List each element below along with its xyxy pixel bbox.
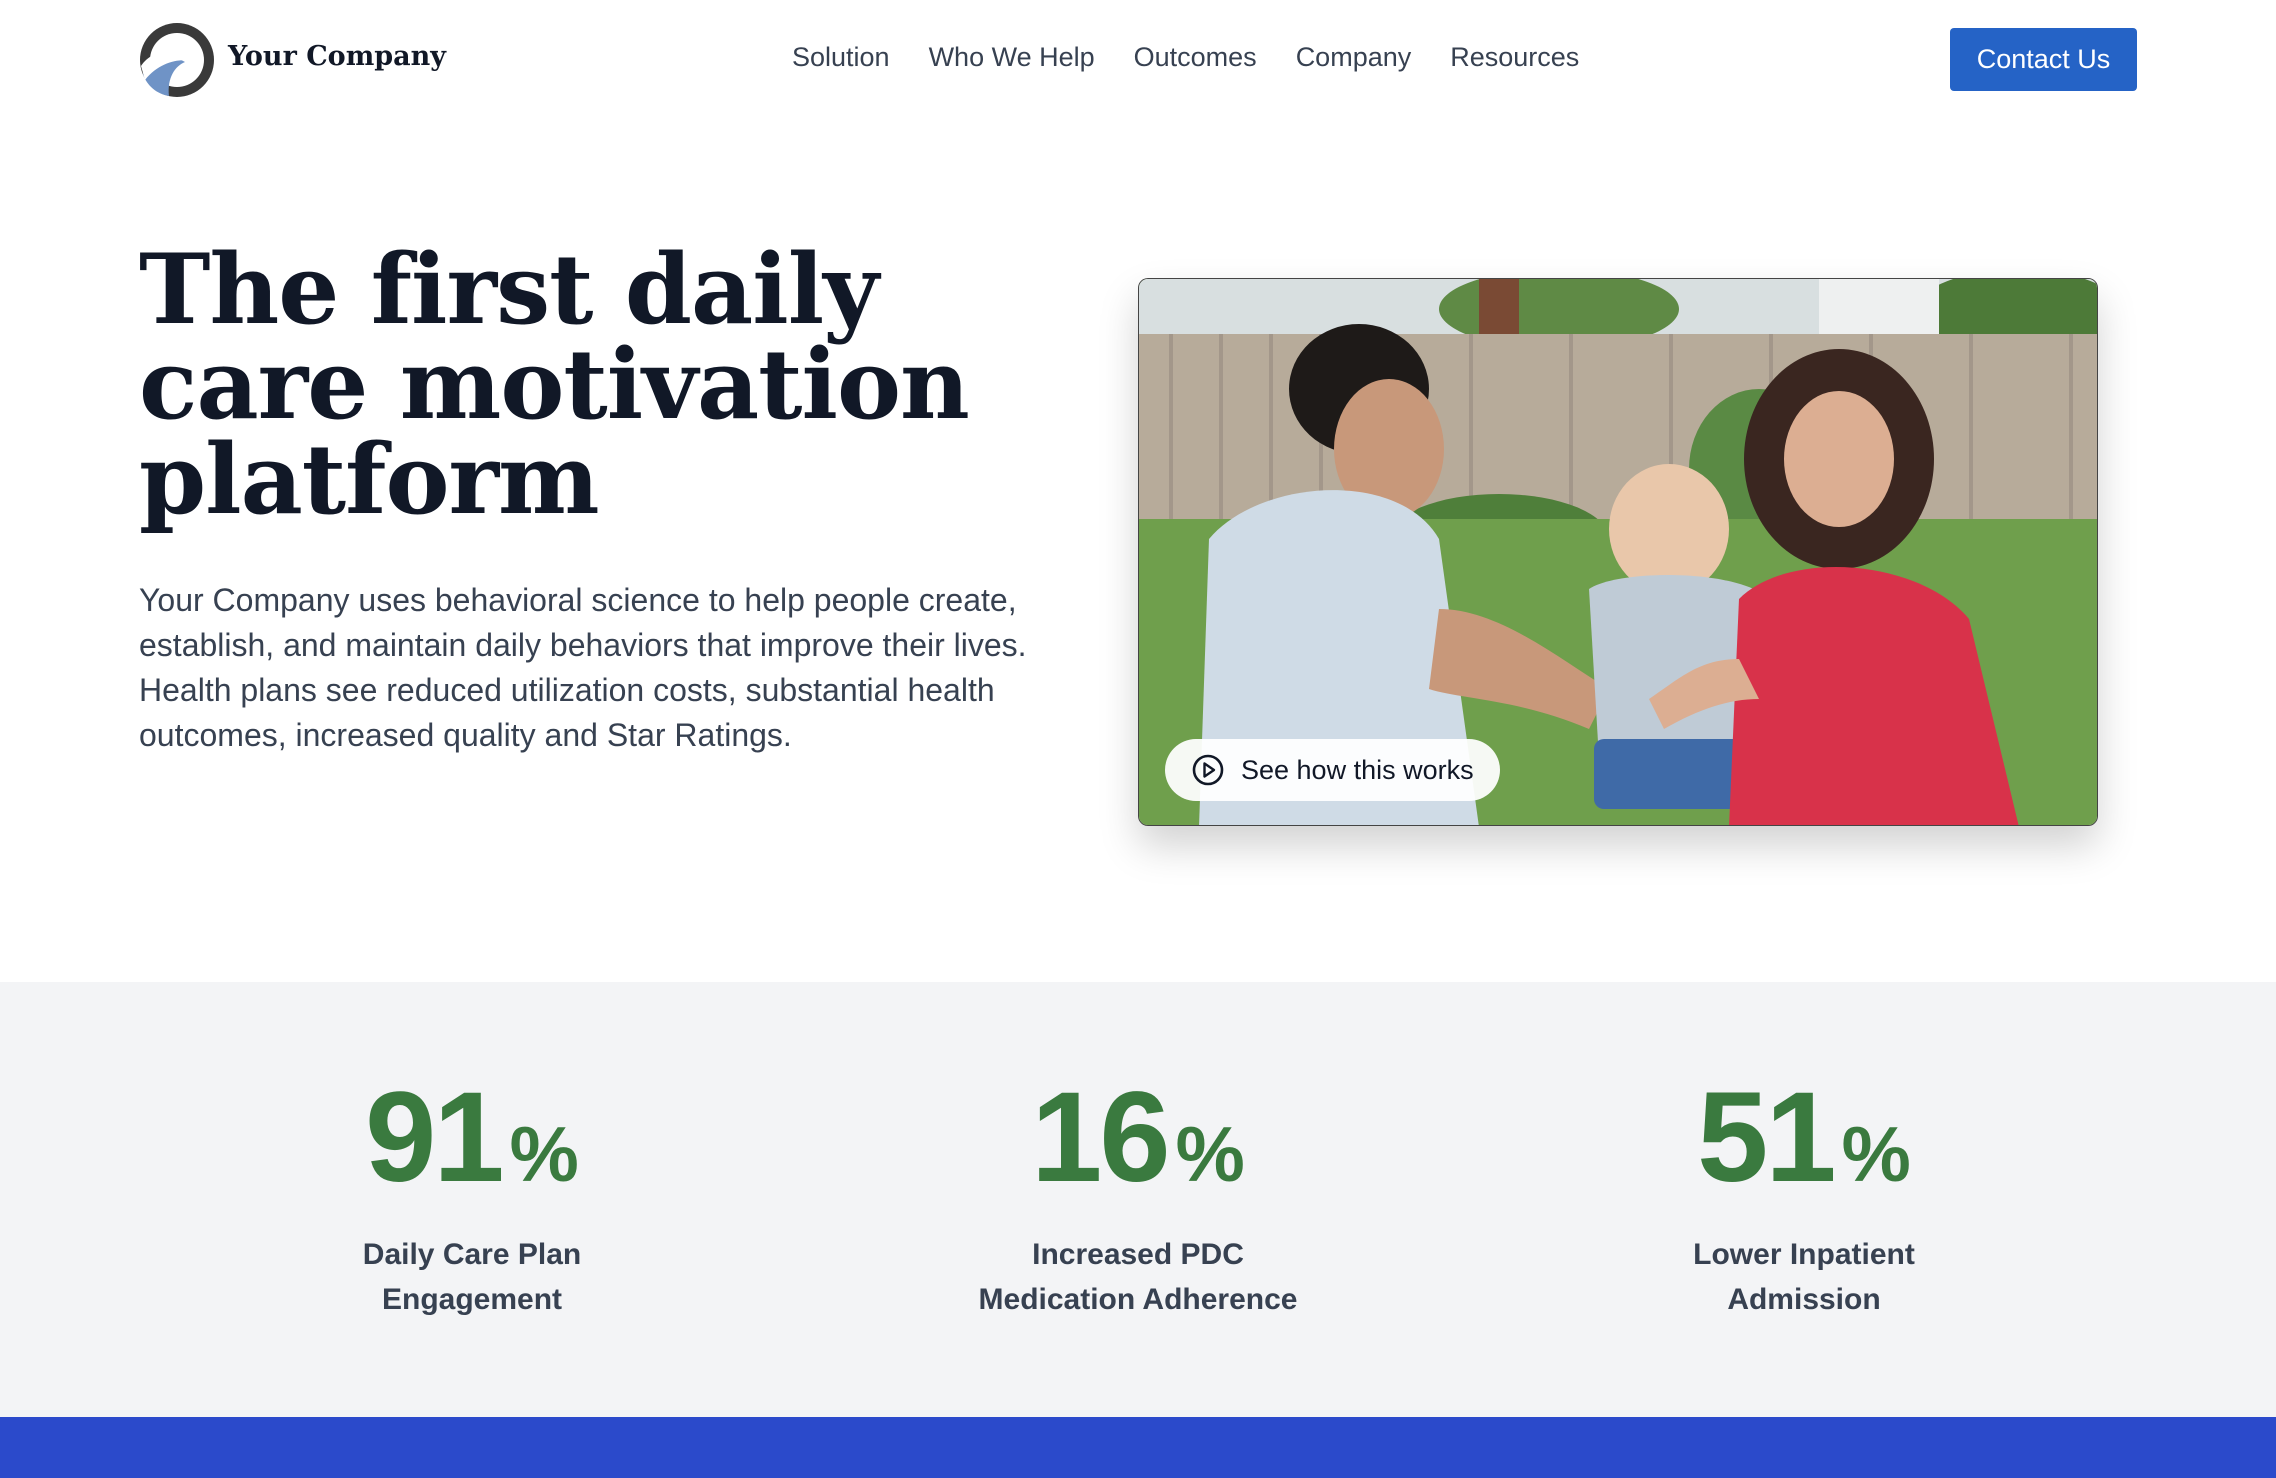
stat-adherence: 16 % Increased PDC Medication Adherence — [878, 1074, 1398, 1322]
company-logo-icon[interactable] — [139, 22, 215, 98]
stat-engagement: 91 % Daily Care Plan Engagement — [212, 1074, 732, 1322]
stat-value: 91 — [365, 1066, 504, 1209]
site-header: Your Company Solution Who We Help Outcom… — [0, 0, 2276, 120]
footer-band — [0, 1417, 2276, 1478]
stat-value: 51 — [1697, 1066, 1836, 1209]
brand-name[interactable]: Your Company — [228, 41, 446, 72]
video-cta-label: See how this works — [1241, 754, 1474, 785]
main-nav: Solution Who We Help Outcomes Company Re… — [792, 42, 1579, 73]
stat-suffix: % — [1841, 1110, 1911, 1198]
nav-outcomes[interactable]: Outcomes — [1134, 42, 1257, 73]
stat-label: Increased PDC Medication Adherence — [878, 1232, 1398, 1322]
stat-label-line: Lower Inpatient — [1693, 1238, 1915, 1271]
stat-label-line: Increased PDC — [1032, 1238, 1244, 1271]
hero-video-thumbnail[interactable]: See how this works — [1138, 278, 2098, 826]
contact-us-button[interactable]: Contact Us — [1950, 28, 2137, 91]
play-circle-icon — [1192, 754, 1224, 786]
stat-label-line: Medication Adherence — [978, 1283, 1298, 1316]
see-how-it-works-button[interactable]: See how this works — [1165, 739, 1500, 801]
hero-description: Your Company uses behavioral science to … — [139, 582, 1027, 753]
nav-company[interactable]: Company — [1296, 42, 1412, 73]
stat-label-line: Daily Care Plan — [362, 1238, 582, 1271]
stat-value: 16 — [1031, 1066, 1170, 1209]
nav-solution[interactable]: Solution — [792, 42, 890, 73]
stat-suffix: % — [509, 1110, 579, 1198]
stat-admission: 51 % Lower Inpatient Admission — [1544, 1074, 2064, 1322]
stat-suffix: % — [1175, 1110, 1245, 1198]
nav-who-we-help[interactable]: Who We Help — [929, 42, 1095, 73]
outcome-stats: 91 % Daily Care Plan Engagement 16 % Inc… — [0, 982, 2276, 1417]
stat-label-line: Engagement — [381, 1283, 563, 1316]
nav-resources[interactable]: Resources — [1450, 42, 1579, 73]
hero-title: The first daily care motivation platform — [139, 233, 970, 536]
stat-label: Lower Inpatient Admission — [1544, 1232, 2064, 1322]
stat-label: Daily Care Plan Engagement — [212, 1232, 732, 1322]
stat-label-line: Admission — [1727, 1283, 1881, 1316]
